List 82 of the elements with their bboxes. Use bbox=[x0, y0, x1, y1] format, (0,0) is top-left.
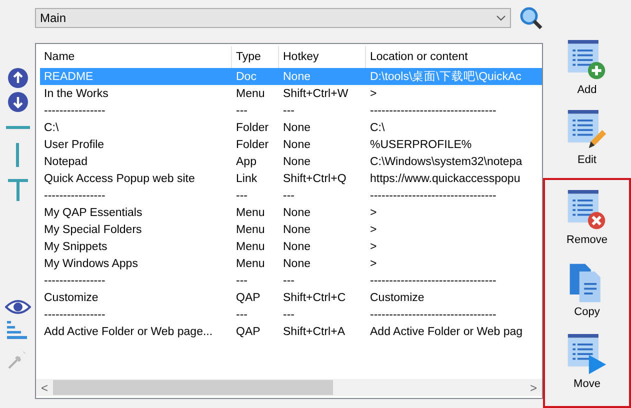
table-cell-text: Notepad bbox=[43, 154, 88, 170]
table-cell-text: ---------------- bbox=[43, 188, 106, 204]
table-cell-text: --- bbox=[282, 104, 296, 118]
table-cell-text: Link bbox=[235, 172, 258, 186]
table-cell: D:\tools\桌面\下载吧\QuickAc bbox=[366, 68, 542, 85]
table-cell-text: QAP bbox=[235, 290, 262, 306]
table-cell-text: App bbox=[235, 154, 258, 170]
table-cell-text: Menu bbox=[235, 222, 266, 238]
table-cell-text: QAP bbox=[235, 324, 262, 340]
table-cell-text: --------------------------------- bbox=[369, 308, 498, 322]
table-cell-text: My Snippets bbox=[43, 240, 108, 254]
table-cell-text: --------------------------------- bbox=[369, 188, 498, 204]
table-cell-text: ---------------- bbox=[43, 308, 106, 322]
table-cell-text: None bbox=[282, 240, 312, 254]
list-plus-icon bbox=[566, 40, 608, 82]
toolbar-button[interactable]: Edit bbox=[552, 108, 622, 174]
table-cell-text: --------------------------------- bbox=[369, 104, 498, 118]
table-cell-text: --- bbox=[235, 188, 248, 204]
table-cell-text: Shift+Ctrl+C bbox=[282, 290, 347, 306]
table-cell-text: Shift+Ctrl+Q bbox=[282, 172, 348, 186]
table-cell-text: Customize bbox=[369, 290, 426, 306]
list-cross-icon bbox=[566, 190, 608, 232]
table-cell-text: --- bbox=[282, 308, 296, 322]
table-cell-text: Add Active Folder or Web pag bbox=[369, 324, 524, 340]
list-arrow-icon bbox=[566, 334, 608, 376]
bars-icon[interactable] bbox=[6, 321, 28, 341]
table-cell-text: None bbox=[282, 154, 312, 170]
table-cell-text: Menu bbox=[235, 206, 266, 220]
table-cell-text: > bbox=[369, 256, 378, 272]
horizontal-scrollbar[interactable]: < > bbox=[36, 379, 542, 396]
table-cell-text: Menu bbox=[235, 256, 266, 272]
toolbar-button[interactable]: Remove bbox=[552, 188, 622, 258]
table-cell: README bbox=[40, 68, 232, 85]
table-cell-text: None bbox=[282, 138, 312, 152]
toolbar-button[interactable]: Move bbox=[552, 332, 622, 402]
table-cell-text: In the Works bbox=[43, 86, 110, 102]
table-cell-text: Shift+Ctrl+W bbox=[282, 86, 350, 102]
table-cell-text: > bbox=[369, 206, 378, 220]
table-cell-text: C:\ bbox=[369, 120, 386, 136]
table-cell-text: %USERPROFILE% bbox=[369, 138, 473, 152]
table-cell-text: None bbox=[282, 222, 312, 238]
table-cell-text: My Windows Apps bbox=[43, 256, 139, 272]
table-cell-text: https://www.quickaccesspopu bbox=[369, 172, 522, 186]
table-cell-text: Folder bbox=[235, 138, 270, 152]
scroll-right-arrow[interactable]: > bbox=[525, 380, 542, 394]
text-separator-icon[interactable] bbox=[8, 179, 28, 201]
table-cell-text: --- bbox=[235, 308, 248, 322]
table-cell-text: Folder bbox=[235, 120, 270, 136]
table-cell-text: > bbox=[369, 240, 378, 254]
table-cell-text: > bbox=[369, 86, 378, 102]
table-cell-text: None bbox=[282, 206, 312, 220]
table-cell-text: > bbox=[369, 222, 378, 238]
table-cell-text: --- bbox=[235, 274, 248, 288]
table-cell-text: ---------------- bbox=[43, 274, 106, 288]
table-cell-text: My QAP Essentials bbox=[43, 206, 144, 220]
table-cell-text: --- bbox=[282, 274, 296, 288]
table-cell: Doc bbox=[232, 68, 279, 85]
toolbar-button[interactable]: Copy bbox=[552, 260, 622, 330]
table-cell-text: C:\ bbox=[43, 120, 60, 136]
table-cell-text: Add Active Folder or Web page... bbox=[43, 324, 214, 340]
search-icon[interactable] bbox=[519, 6, 543, 30]
table-cell: None bbox=[279, 68, 366, 85]
scroll-left-arrow[interactable]: < bbox=[36, 380, 53, 394]
table-cell-text: My Special Folders bbox=[43, 222, 143, 238]
table-cell-text: --- bbox=[282, 188, 296, 204]
toolbar-button[interactable]: Add bbox=[552, 38, 622, 104]
pin-icon[interactable] bbox=[8, 349, 28, 369]
menu-dropdown[interactable]: Main bbox=[35, 8, 511, 28]
table-cell-text: --- bbox=[235, 104, 248, 118]
table-cell-text: None bbox=[282, 120, 312, 136]
table-cell-text: Shift+Ctrl+A bbox=[282, 324, 346, 340]
eye-icon[interactable] bbox=[4, 299, 30, 315]
table-cell-text: Menu bbox=[235, 86, 266, 102]
table-cell-text: User Profile bbox=[43, 138, 106, 152]
chevron-icon bbox=[496, 15, 506, 21]
table-cell-text: C:\Windows\system32\notepa bbox=[369, 154, 524, 170]
table-cell-text: Customize bbox=[43, 290, 100, 306]
table-cell-text: Quick Access Popup web site bbox=[43, 172, 196, 186]
table-cell-text: ---------------- bbox=[43, 104, 106, 118]
table-cell-text: --------------------------------- bbox=[369, 274, 498, 288]
table-cell-text: None bbox=[282, 256, 312, 272]
table-cell-text: Menu bbox=[235, 240, 266, 254]
